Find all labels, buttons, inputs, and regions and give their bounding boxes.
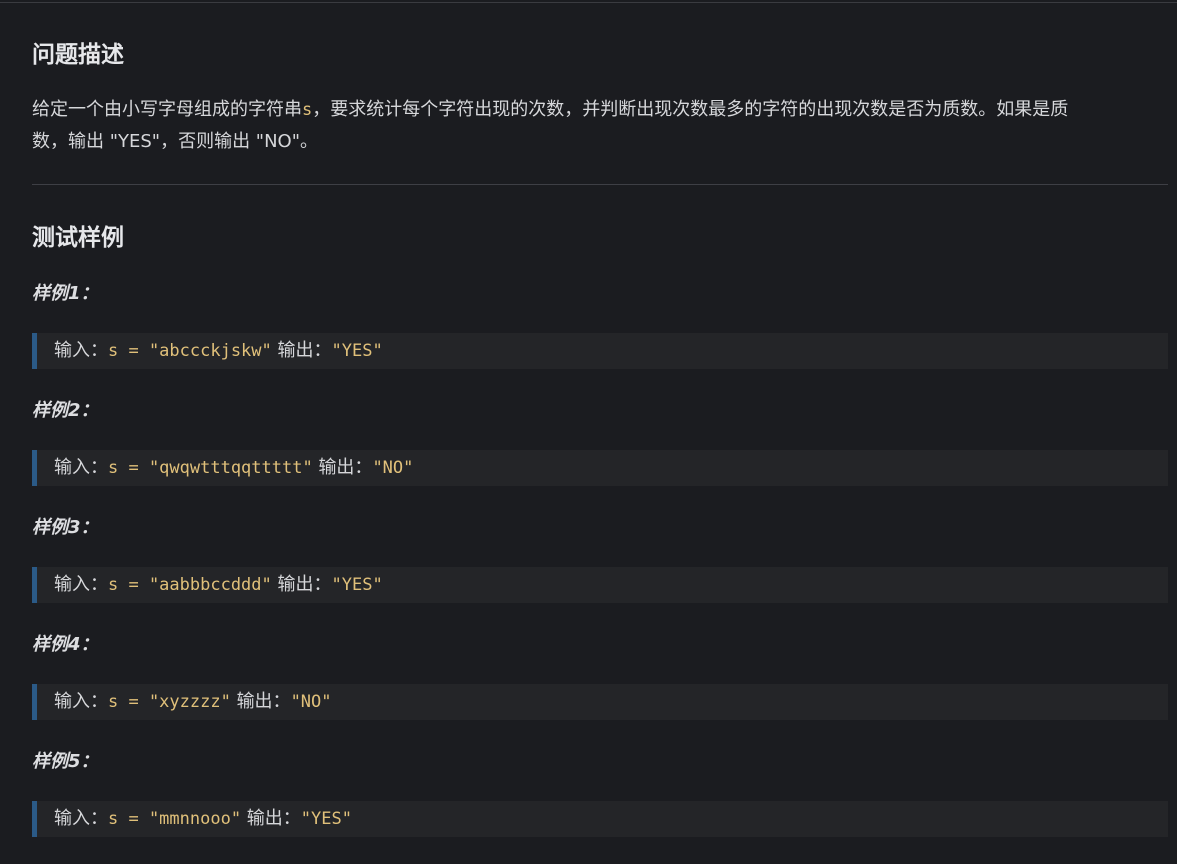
problem-heading: 问题描述 (32, 42, 124, 68)
input-code: s = "xyzzzz" (108, 692, 231, 712)
desc-text: 给定一个由小写字母组成的字符串 (32, 99, 302, 120)
example-box: 输入：s = "abccckjskw" 输出："YES" (32, 333, 1168, 369)
input-code: s = "abccckjskw" (108, 341, 272, 361)
section-divider (32, 184, 1168, 185)
example-box: 输入：s = "mmnnooo" 输出："YES" (32, 801, 1168, 837)
output-code: "NO" (372, 458, 414, 478)
output-prefix: 输出： (246, 808, 301, 829)
output-prefix: 输出： (318, 457, 373, 478)
desc-text: ，要求统计每个字符出现的次数，并判断出现次数最多的字符的出现次数是否为质数。如果… (312, 99, 1069, 120)
output-prefix: 输出： (277, 574, 332, 595)
input-code: s = "mmnnooo" (108, 809, 242, 829)
output-code: "YES" (331, 341, 383, 361)
input-prefix: 输入： (54, 808, 108, 829)
tests-heading: 测试样例 (32, 225, 124, 251)
output-code: "YES" (300, 809, 352, 829)
example-box: 输入：s = "xyzzzz" 输出："NO" (32, 684, 1168, 720)
example-label: 样例5： (32, 751, 99, 772)
input-prefix: 输入： (54, 457, 108, 478)
output-prefix: 输出： (236, 691, 291, 712)
example-label: 样例2： (32, 400, 99, 421)
example-box: 输入：s = "qwqwtttqqttttt" 输出："NO" (32, 450, 1168, 486)
output-code: "NO" (290, 692, 332, 712)
input-code: s = "aabbbccddd" (108, 575, 272, 595)
input-prefix: 输入： (54, 691, 108, 712)
input-prefix: 输入： (54, 574, 108, 595)
example-label: 样例1： (32, 283, 99, 304)
output-code: "YES" (331, 575, 383, 595)
desc-var: s (302, 100, 313, 120)
example-label: 样例4： (32, 634, 99, 655)
desc-text: 数，输出 "YES"，否则输出 "NO"。 (32, 131, 318, 152)
output-prefix: 输出： (277, 340, 332, 361)
problem-description: 给定一个由小写字母组成的字符串s，要求统计每个字符出现的次数，并判断出现次数最多… (32, 94, 1068, 158)
example-label: 样例3： (32, 517, 99, 538)
example-box: 输入：s = "aabbbccddd" 输出："YES" (32, 567, 1168, 603)
top-divider (0, 2, 1177, 3)
input-code: s = "qwqwtttqqttttt" (108, 458, 313, 478)
input-prefix: 输入： (54, 340, 108, 361)
